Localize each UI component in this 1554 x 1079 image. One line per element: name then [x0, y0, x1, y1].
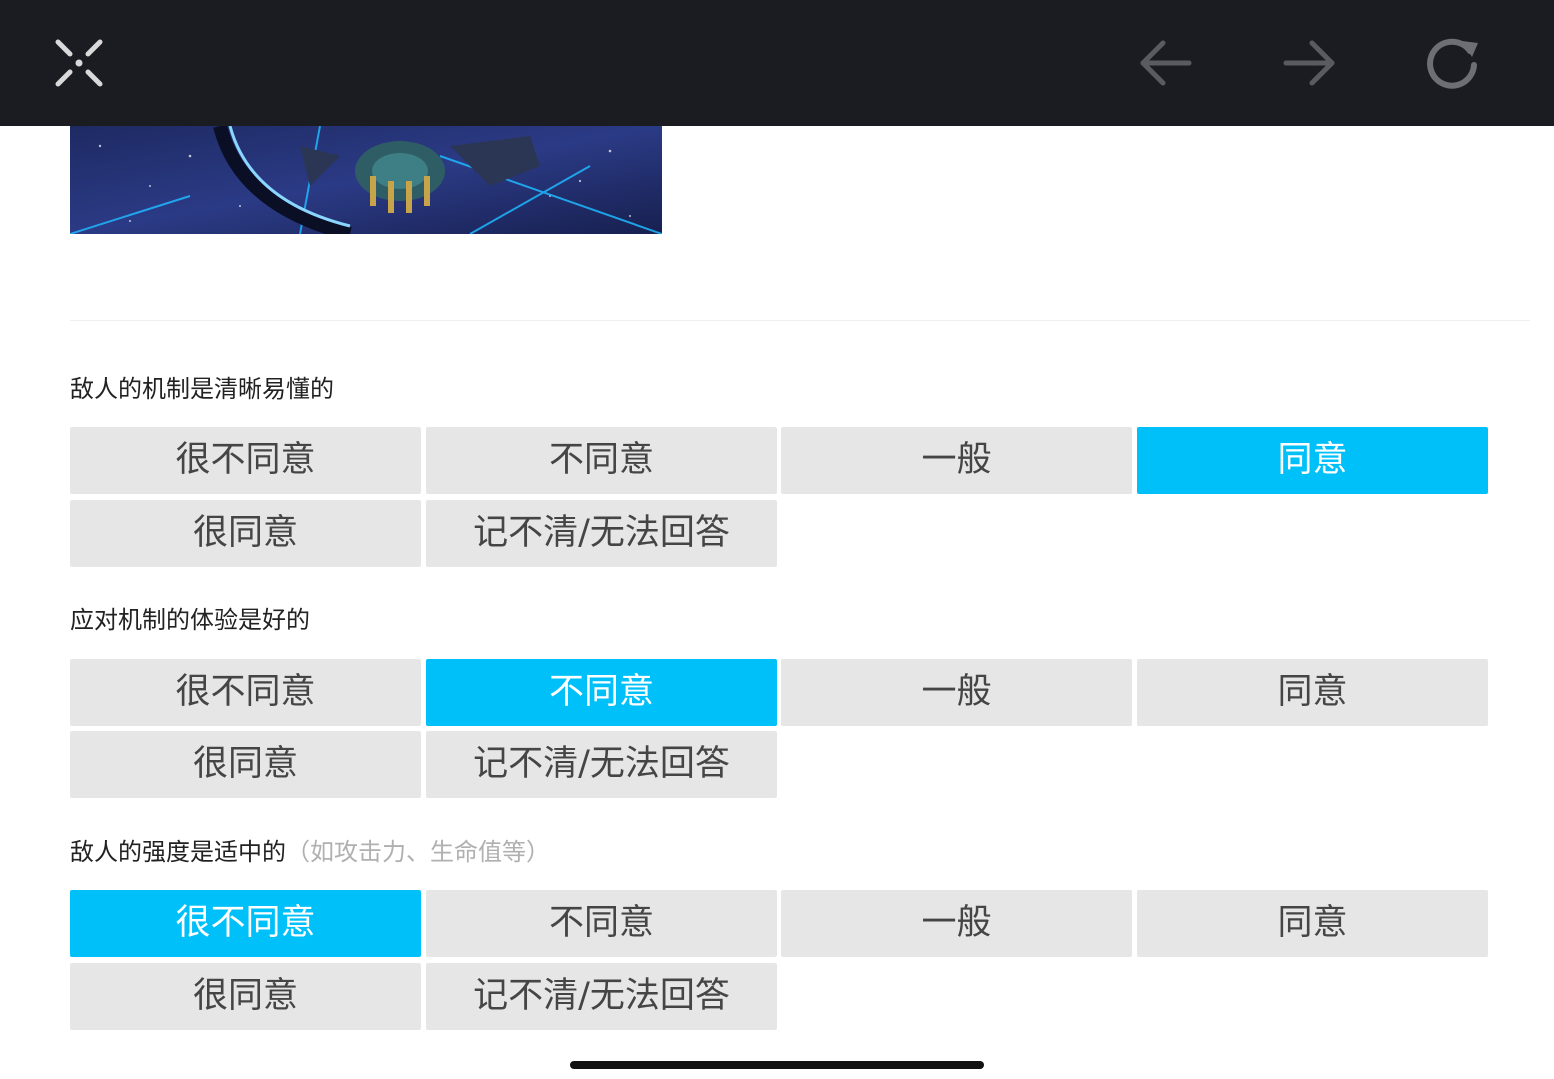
- q3-option-neutral[interactable]: 一般: [781, 890, 1132, 957]
- q2-option-neutral[interactable]: 一般: [781, 659, 1132, 726]
- q2-option-strongly-agree[interactable]: 很同意: [70, 731, 421, 798]
- collapse-x-icon: [55, 39, 103, 87]
- question-title-text: 敌人的强度是适中的: [70, 838, 286, 866]
- q3-option-agree[interactable]: 同意: [1137, 890, 1488, 957]
- question-1-title: 敌人的机制是清晰易懂的: [70, 372, 334, 406]
- section-divider: [70, 320, 1530, 321]
- q3-option-strongly-agree[interactable]: 很同意: [70, 963, 421, 1030]
- reload-icon: [1427, 38, 1478, 89]
- q3-option-strongly-disagree[interactable]: 很不同意: [70, 890, 421, 957]
- q2-option-cannot-answer[interactable]: 记不清/无法回答: [426, 731, 777, 798]
- question-title-text: 敌人的机制是清晰易懂的: [70, 375, 334, 403]
- arrow-left-icon: [1140, 40, 1192, 86]
- reload-button[interactable]: [1419, 30, 1485, 96]
- q1-option-agree[interactable]: 同意: [1137, 427, 1488, 494]
- q1-option-cannot-answer[interactable]: 记不清/无法回答: [426, 500, 777, 567]
- q3-option-cannot-answer[interactable]: 记不清/无法回答: [426, 963, 777, 1030]
- q2-option-disagree[interactable]: 不同意: [426, 659, 777, 726]
- back-button[interactable]: [1133, 30, 1199, 96]
- q2-option-strongly-disagree[interactable]: 很不同意: [70, 659, 421, 726]
- home-indicator[interactable]: [570, 1061, 984, 1069]
- q1-option-strongly-agree[interactable]: 很同意: [70, 500, 421, 567]
- q1-option-strongly-disagree[interactable]: 很不同意: [70, 427, 421, 494]
- q1-option-disagree[interactable]: 不同意: [426, 427, 777, 494]
- question-hint: （如攻击力、生命值等）: [286, 838, 550, 866]
- top-nav-bar: [0, 0, 1554, 126]
- q1-option-neutral[interactable]: 一般: [781, 427, 1132, 494]
- question-2-title: 应对机制的体验是好的: [70, 603, 310, 637]
- arrow-right-icon: [1283, 40, 1335, 86]
- banner-image: [70, 126, 662, 234]
- forward-button[interactable]: [1276, 30, 1342, 96]
- question-3-title: 敌人的强度是适中的（如攻击力、生命值等）: [70, 835, 550, 869]
- q3-option-disagree[interactable]: 不同意: [426, 890, 777, 957]
- question-title-text: 应对机制的体验是好的: [70, 606, 310, 634]
- q2-option-agree[interactable]: 同意: [1137, 659, 1488, 726]
- close-button[interactable]: [46, 30, 112, 96]
